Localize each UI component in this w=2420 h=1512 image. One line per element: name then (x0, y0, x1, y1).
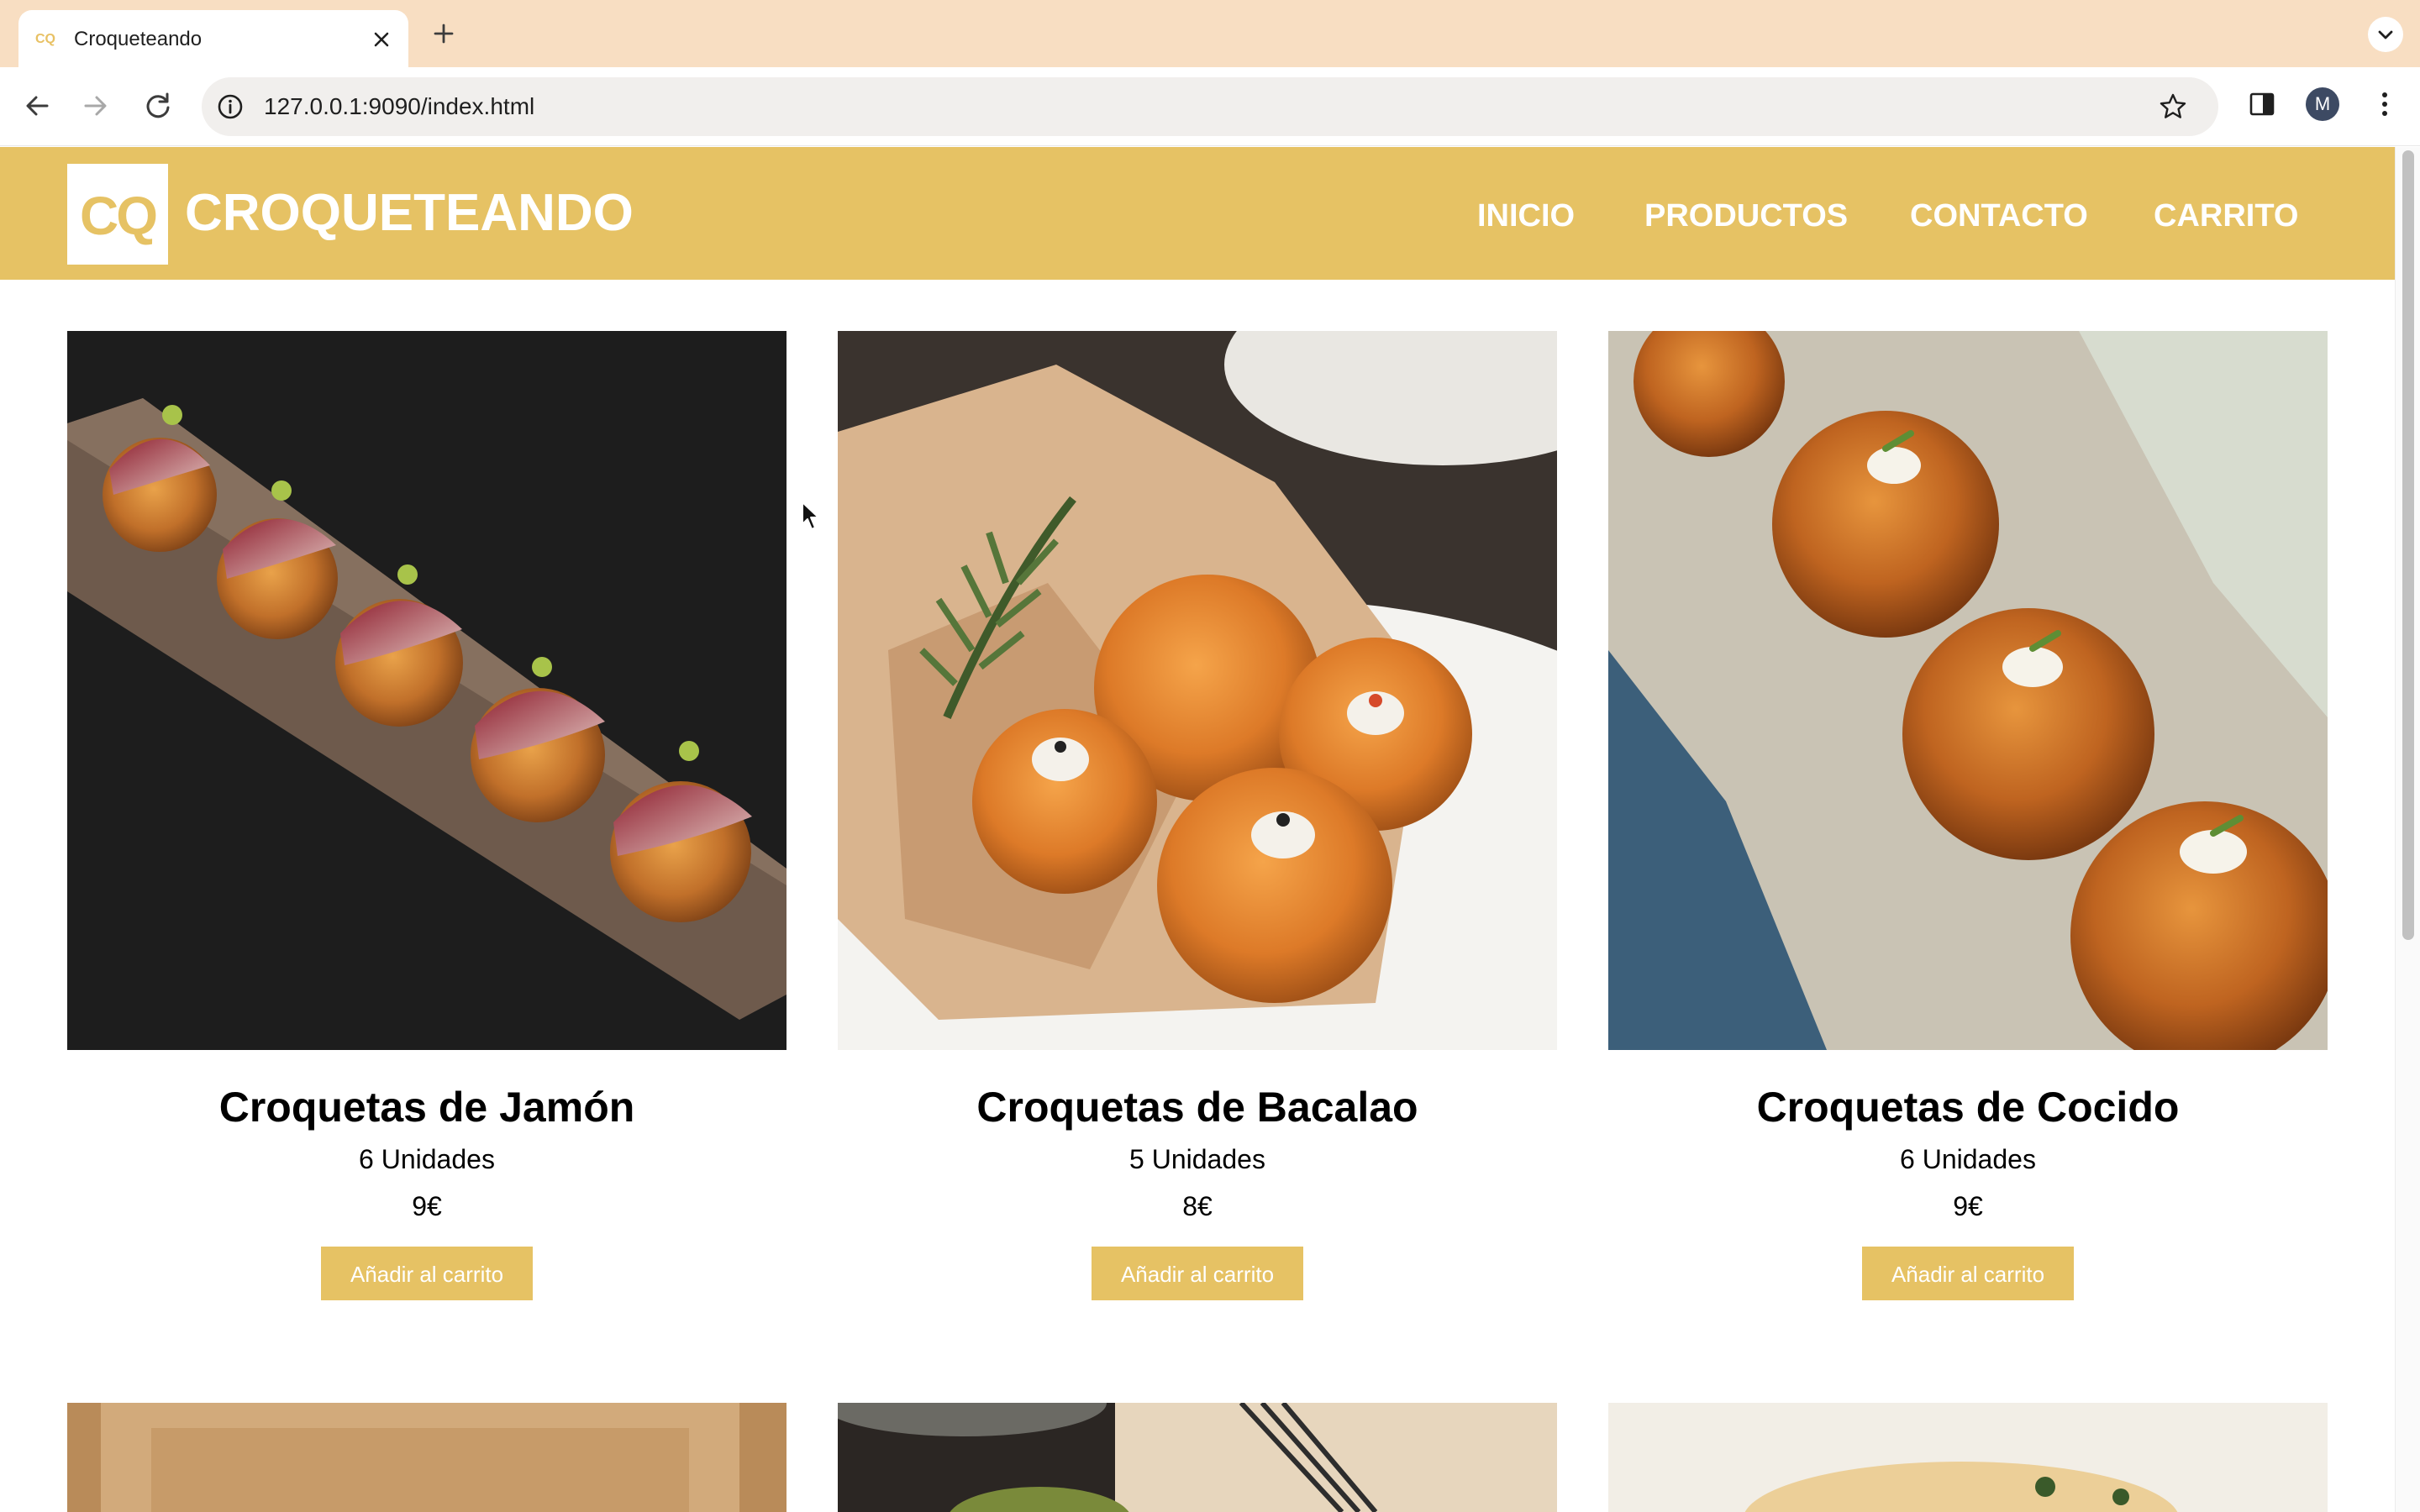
favicon-icon: CQ (35, 32, 55, 46)
kebab-menu-icon[interactable] (2368, 87, 2402, 121)
product-card: Croquetas de Cocido 6 Unidades 9€ Añadir… (1608, 331, 2328, 1305)
browser-tab[interactable]: CQ Croqueteando (18, 10, 408, 67)
mouse-cursor-icon (801, 501, 821, 531)
address-bar[interactable]: 127.0.0.1:9090/index.html (202, 77, 2218, 136)
reload-icon[interactable] (138, 86, 178, 126)
product-units: 5 Unidades (1129, 1144, 1265, 1174)
forward-arrow-icon[interactable] (76, 86, 116, 126)
brand-name[interactable]: CROQUETEANDO (185, 186, 634, 241)
product-image[interactable] (1608, 1403, 2328, 1512)
product-image[interactable] (838, 1403, 1557, 1512)
page-scrollbar[interactable] (2395, 147, 2420, 1512)
browser-toolbar: 127.0.0.1:9090/index.html (0, 67, 2420, 146)
site-header: CQ CROQUETEANDO INICIO PRODUCTOS CONTACT… (0, 147, 2395, 280)
scrollbar-thumb[interactable] (2402, 150, 2414, 940)
chevron-down-icon[interactable] (2368, 17, 2403, 52)
product-price: 8€ (1182, 1191, 1213, 1221)
product-image[interactable] (67, 1403, 786, 1512)
info-icon[interactable] (215, 92, 245, 122)
tab-title: Croqueteando (74, 28, 203, 50)
plus-icon[interactable] (427, 17, 460, 50)
star-icon[interactable] (2158, 92, 2188, 122)
product-image[interactable] (67, 331, 786, 1050)
logo[interactable]: CQ (67, 164, 168, 265)
product-title: Croquetas de Jamón (218, 1084, 635, 1131)
product-price: 9€ (1953, 1191, 1983, 1221)
browser-tab-strip: CQ Croqueteando (0, 0, 2420, 67)
nav-link-inicio[interactable]: INICIO (1477, 197, 1575, 234)
product-title: Croquetas de Cocido (1756, 1084, 2180, 1131)
nav-link-productos[interactable]: PRODUCTOS (1644, 197, 1848, 234)
nav-link-carrito[interactable]: CARRITO (2154, 197, 2298, 234)
add-to-cart-button[interactable]: Añadir al carrito (321, 1247, 533, 1300)
product-image[interactable] (838, 331, 1557, 1050)
url-text[interactable]: 127.0.0.1:9090/index.html (264, 94, 534, 119)
page-viewport: CQ CROQUETEANDO INICIO PRODUCTOS CONTACT… (0, 147, 2395, 1512)
add-to-cart-button[interactable]: Añadir al carrito (1092, 1247, 1303, 1300)
logo-mark: CQ (80, 186, 158, 246)
product-image[interactable] (1608, 331, 2328, 1050)
product-card: Croquetas de Jamón 6 Unidades 9€ Añadir … (67, 331, 786, 1305)
avatar[interactable]: M (2306, 87, 2339, 121)
back-arrow-icon[interactable] (17, 86, 57, 126)
product-title: Croquetas de Bacalao (976, 1084, 1418, 1131)
product-card: Croquetas de Bacalao 5 Unidades 8€ Añadi… (838, 331, 1557, 1305)
product-units: 6 Unidades (1900, 1144, 2036, 1174)
side-panel-icon[interactable] (2245, 87, 2279, 121)
add-to-cart-button[interactable]: Añadir al carrito (1862, 1247, 2074, 1300)
close-icon[interactable] (366, 24, 397, 55)
nav-link-contacto[interactable]: CONTACTO (1910, 197, 2088, 234)
product-units: 6 Unidades (359, 1144, 495, 1174)
product-price: 9€ (412, 1191, 442, 1221)
